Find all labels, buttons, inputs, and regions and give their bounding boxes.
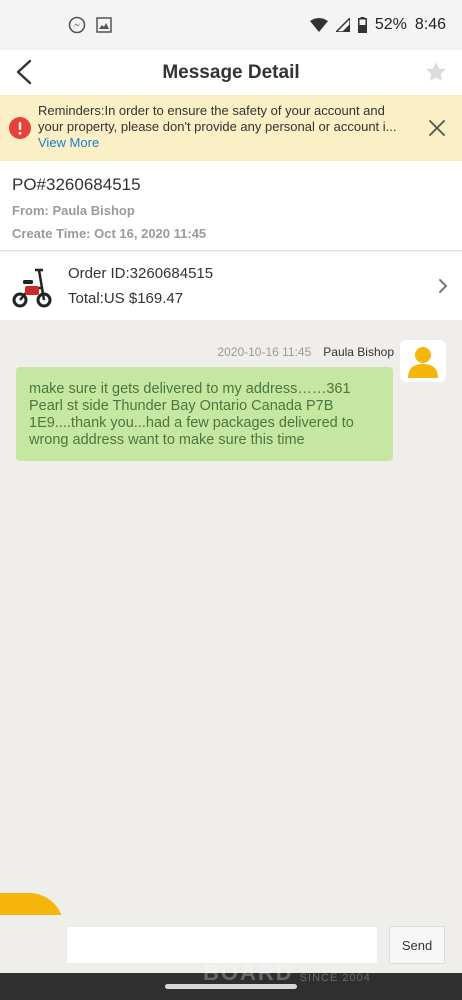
po-from: From: Paula Bishop — [12, 203, 135, 218]
gallery-icon — [96, 17, 112, 33]
po-details: PO#3260684515 From: Paula Bishop Create … — [0, 161, 462, 251]
message-sender: Paula Bishop — [323, 345, 394, 359]
battery-icon — [357, 17, 367, 33]
page-title: Message Detail — [162, 61, 300, 83]
back-icon[interactable] — [12, 58, 40, 86]
message-meta: 2020-10-16 11:45 Paula Bishop — [217, 345, 394, 359]
order-total: Total:US $169.47 — [68, 290, 184, 307]
scooter-thumbnail — [12, 268, 52, 308]
order-card[interactable]: Order ID:3260684515 Total:US $169.47 — [0, 252, 462, 320]
status-bar: 52% 8:46 — [0, 0, 462, 50]
send-button[interactable]: Send — [389, 926, 445, 964]
clock: 8:46 — [414, 16, 446, 33]
reminder-text-line2: your property, please don't provide any … — [38, 119, 397, 134]
order-info: Order ID:3260684515 Total:US $169.47 — [68, 265, 213, 307]
status-notifications — [68, 16, 112, 34]
message-bubble: make sure it gets delivered to my addres… — [16, 367, 393, 461]
star-icon[interactable] — [424, 60, 448, 84]
system-nav-bar — [0, 973, 462, 1000]
composer-bar: Send — [0, 915, 462, 973]
user-icon — [408, 347, 438, 378]
close-icon[interactable] — [428, 119, 446, 137]
order-id: Order ID:3260684515 — [68, 265, 214, 282]
app-header: Message Detail — [0, 50, 462, 95]
warning-icon — [9, 117, 31, 139]
po-number: PO#3260684515 — [12, 175, 141, 194]
view-more-link[interactable]: View More — [38, 135, 412, 151]
message-input[interactable] — [66, 926, 378, 964]
avatar — [400, 340, 446, 382]
home-gesture-pill[interactable] — [165, 984, 297, 989]
battery-level: 52% — [374, 16, 407, 33]
po-create-time: Create Time: Oct 16, 2020 11:45 — [12, 226, 207, 241]
messenger-icon — [68, 16, 86, 34]
chevron-right-icon — [439, 279, 448, 293]
signal-icon — [335, 18, 350, 32]
wifi-icon — [309, 18, 328, 32]
reminder-text-line1: Reminders:In order to ensure the safety … — [38, 103, 385, 118]
message-timestamp: 2020-10-16 11:45 — [217, 345, 312, 359]
status-indicators: 52% 8:46 — [309, 16, 446, 34]
reminder-banner: Reminders:In order to ensure the safety … — [0, 95, 462, 161]
